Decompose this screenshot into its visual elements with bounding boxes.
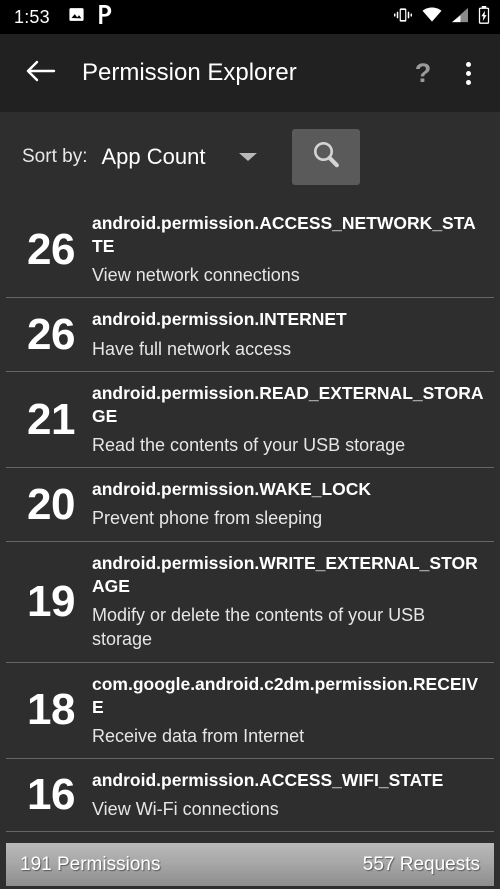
permission-description: View network connections	[92, 265, 300, 286]
table-row[interactable]: 26 android.permission.INTERNET Have full…	[6, 298, 494, 372]
app-bar: Permission Explorer ?	[0, 34, 500, 112]
chevron-down-icon	[239, 153, 258, 161]
permission-info: android.permission.ACCESS_NETWORK_STATE …	[88, 212, 484, 287]
cell-signal-icon	[451, 7, 469, 28]
page-title: Permission Explorer	[82, 59, 297, 86]
summary-footer: 191 Permissions 557 Requests	[6, 843, 494, 886]
permission-info: android.permission.INTERNET Have full ne…	[88, 308, 484, 360]
image-icon	[68, 6, 85, 28]
back-button[interactable]	[20, 52, 62, 94]
table-row[interactable]: 20 android.permission.WAKE_LOCK Prevent …	[6, 468, 494, 542]
permission-info: android.permission.READ_EXTERNAL_STORAGE…	[88, 382, 484, 457]
permission-name: com.google.android.c2dm.permission.RECEI…	[92, 673, 479, 717]
table-row[interactable]: 16 android.permission.ACCESS_WIFI_STATE …	[6, 759, 494, 833]
battery-charging-icon	[478, 5, 490, 29]
status-bar-notification-icons	[68, 5, 113, 29]
permissions-count-label: 191 Permissions	[20, 853, 161, 875]
status-bar: 1:53	[0, 0, 500, 34]
search-icon	[309, 138, 343, 177]
wifi-icon	[422, 7, 442, 28]
question-mark-icon: ?	[414, 57, 432, 88]
search-button[interactable]	[292, 129, 361, 185]
permission-description: Modify or delete the contents of your US…	[92, 604, 426, 650]
app-count: 18	[27, 685, 75, 735]
permission-description: Receive data from Internet	[92, 725, 305, 746]
permission-description: Have full network access	[92, 338, 292, 359]
permission-name: android.permission.WAKE_LOCK	[92, 479, 372, 500]
sort-bar: Sort by: App Count	[0, 112, 500, 202]
table-row[interactable]: 26 android.permission.ACCESS_NETWORK_STA…	[6, 202, 494, 299]
app-screen: 1:53 Permission Explorer ? Sort by: App …	[0, 0, 500, 889]
permission-info: android.permission.WRITE_EXTERNAL_STORAG…	[88, 552, 484, 652]
app-count: 26	[27, 309, 75, 359]
table-row[interactable]: 19 android.permission.WRITE_EXTERNAL_STO…	[6, 541, 494, 663]
table-row[interactable]: 18 com.google.android.c2dm.permission.RE…	[6, 662, 494, 760]
status-bar-system-icons	[393, 5, 490, 29]
permission-name: android.permission.WRITE_EXTERNAL_STORAG…	[92, 552, 478, 596]
pushbullet-p-icon	[97, 5, 113, 29]
requests-count-label: 557 Requests	[362, 853, 480, 875]
permission-description: Prevent phone from sleeping	[92, 508, 323, 529]
status-bar-clock: 1:53	[14, 6, 50, 27]
sort-by-label: Sort by:	[22, 146, 88, 167]
sort-by-spinner[interactable]: App Count	[101, 144, 258, 170]
overflow-menu-icon-dot2	[465, 70, 471, 76]
permission-name: android.permission.ACCESS_NETWORK_STATE	[92, 213, 476, 257]
app-count: 21	[27, 394, 75, 444]
help-button[interactable]: ?	[402, 52, 444, 94]
permission-name: android.permission.READ_EXTERNAL_STORAGE	[92, 382, 484, 426]
permission-name: android.permission.INTERNET	[92, 309, 347, 330]
overflow-menu-icon	[465, 61, 471, 67]
table-row[interactable]: 21 android.permission.READ_EXTERNAL_STOR…	[6, 371, 494, 469]
permission-info: android.permission.ACCESS_WIFI_STATE Vie…	[88, 769, 484, 821]
permission-name: android.permission.ACCESS_WIFI_STATE	[92, 770, 444, 791]
sort-by-value: App Count	[101, 144, 206, 169]
app-count: 16	[27, 770, 75, 820]
permission-list[interactable]: 26 android.permission.ACCESS_NETWORK_STA…	[0, 202, 500, 889]
app-count: 20	[27, 479, 75, 529]
overflow-menu-icon-dot3	[465, 79, 471, 85]
permission-info: android.permission.WAKE_LOCK Prevent pho…	[88, 478, 484, 530]
vibrate-icon	[393, 7, 413, 28]
permission-description: View Wi-Fi connections	[92, 799, 279, 820]
back-arrow-icon	[26, 59, 56, 88]
overflow-menu-button[interactable]	[450, 52, 486, 94]
app-count: 19	[27, 576, 75, 626]
permission-info: com.google.android.c2dm.permission.RECEI…	[88, 673, 484, 748]
app-count: 26	[27, 224, 75, 274]
permission-description: Read the contents of your USB storage	[92, 435, 406, 456]
